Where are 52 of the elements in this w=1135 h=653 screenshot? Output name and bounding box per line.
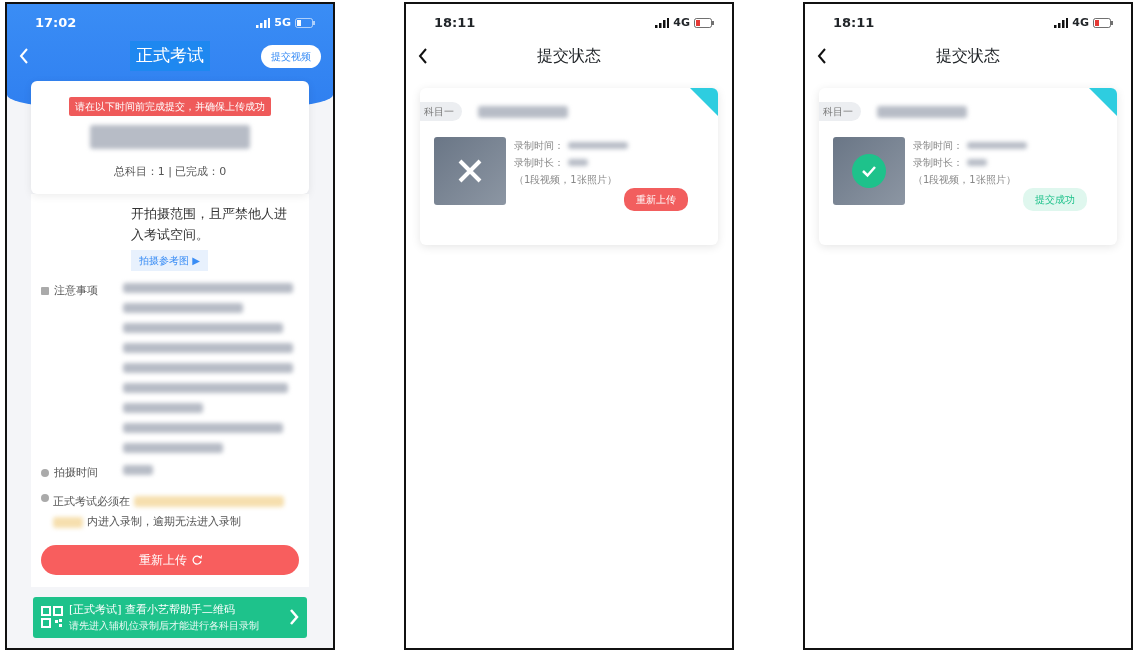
network-type: 5G — [274, 14, 291, 31]
reupload-button[interactable]: 重新上传 — [624, 188, 688, 211]
redacted-text — [568, 159, 588, 166]
back-icon[interactable] — [817, 48, 827, 64]
clock-time: 18:11 — [833, 14, 875, 33]
duration-label: 录制时长： — [913, 156, 963, 170]
subject-tag: 科目一 — [819, 102, 861, 121]
page-title: 正式考试 — [130, 41, 210, 71]
record-time-label: 录制时间： — [913, 139, 963, 153]
battery-icon — [1093, 18, 1113, 28]
deadline-text: 内进入录制，逾期无法进入录制 — [87, 514, 241, 530]
back-icon[interactable] — [418, 48, 428, 64]
submit-video-button[interactable]: 提交视频 — [261, 44, 321, 68]
time-label: 拍摄时间 — [54, 465, 98, 481]
reference-image-link[interactable]: 拍摄参考图 ▶ — [131, 250, 208, 271]
chevron-right-icon — [289, 608, 299, 627]
deadline-text: 正式考试必须在 — [53, 493, 130, 510]
media-count-text: （1段视频，1张照片） — [913, 173, 1017, 187]
redacted-text — [967, 159, 987, 166]
signal-icon — [655, 18, 670, 28]
battery-icon — [295, 18, 315, 28]
clock-time: 17:02 — [35, 14, 77, 33]
subject-tag: 科目一 — [420, 102, 462, 121]
network-type: 4G — [1072, 14, 1089, 31]
list-icon — [41, 287, 49, 296]
qr-code-banner[interactable]: [正式考试] 查看小艺帮助手二维码 请先进入辅机位录制后才能进行各科目录制 — [33, 596, 307, 638]
redacted-text — [967, 142, 1027, 149]
redacted-text — [568, 142, 628, 149]
notice-tooltip: 请在以下时间前完成提交，并确保上传成功 — [69, 96, 271, 116]
notes-label: 注意事项 — [54, 283, 98, 299]
signal-icon — [1054, 18, 1069, 28]
record-time-label: 录制时间： — [514, 139, 564, 153]
qr-code-icon — [41, 606, 63, 629]
refresh-icon — [191, 554, 202, 565]
reupload-button[interactable]: 重新上传 — [41, 544, 299, 575]
corner-ribbon-icon — [690, 88, 718, 116]
signal-icon — [256, 18, 271, 28]
clock-time: 18:11 — [434, 14, 476, 33]
instruction-text: 开拍摄范围，且严禁他人进入考试空间。 — [130, 205, 288, 245]
network-type: 4G — [673, 14, 690, 31]
info-icon — [41, 493, 49, 502]
battery-icon — [694, 18, 714, 28]
status-badge: 提交成功 — [1023, 188, 1087, 211]
progress-text: 总科目：1 | 已完成：0 — [112, 163, 228, 180]
corner-ribbon-icon — [1089, 88, 1117, 116]
page-title: 提交状态 — [936, 45, 1000, 67]
duration-label: 录制时长： — [514, 156, 564, 170]
page-title: 提交状态 — [537, 45, 601, 67]
media-count-text: （1段视频，1张照片） — [514, 173, 618, 187]
redacted-text — [123, 465, 153, 475]
clock-icon — [41, 469, 49, 478]
redacted-text — [53, 516, 83, 528]
